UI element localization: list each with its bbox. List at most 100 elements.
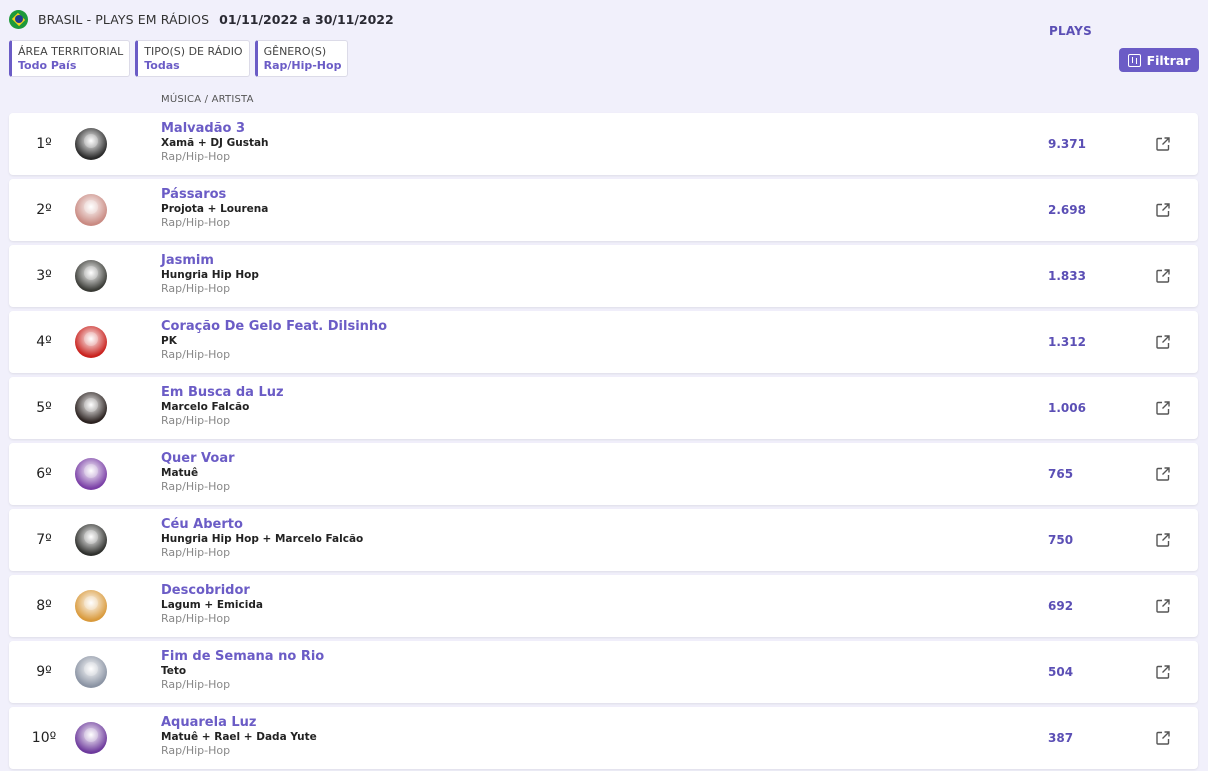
plays-count: 692 bbox=[1048, 599, 1074, 613]
rank-number: 6º bbox=[36, 466, 52, 482]
page-header: BRASIL - PLAYS EM RÁDIOS 01/11/2022 a 30… bbox=[9, 9, 394, 29]
artist-name: Hungria Hip Hop + Marcelo Falcão bbox=[161, 533, 364, 545]
song-title[interactable]: Fim de Semana no Rio bbox=[161, 649, 324, 664]
artist-name: PK bbox=[161, 335, 177, 347]
plays-count: 2.698 bbox=[1048, 203, 1086, 217]
song-title[interactable]: Descobridor bbox=[161, 583, 263, 598]
external-link-icon[interactable] bbox=[1156, 731, 1170, 745]
external-link-icon[interactable] bbox=[1156, 599, 1170, 613]
filter-label: ÁREA TERRITORIAL bbox=[18, 45, 124, 58]
filter-value: Todo País bbox=[18, 59, 77, 72]
artist-avatar bbox=[75, 524, 107, 556]
artist-avatar bbox=[75, 194, 107, 226]
track-info: Céu Aberto Hungria Hip Hop + Marcelo Falc… bbox=[161, 517, 363, 560]
track-info: Descobridor Lagum + Emicida Rap/Hip-Hop bbox=[161, 583, 263, 626]
artist-avatar bbox=[75, 590, 107, 622]
song-title[interactable]: Malvadão 3 bbox=[161, 121, 269, 136]
rank-number: 3º bbox=[36, 268, 52, 284]
table-row: 4º Coração De Gelo Feat. Dilsinho PK Rap/Hi… bbox=[9, 311, 1198, 373]
track-info: Em Busca da Luz Marcelo Falcão Rap/Hip-Hop bbox=[161, 385, 284, 428]
external-link-icon[interactable] bbox=[1156, 533, 1170, 547]
date-range: 01/11/2022 a 30/11/2022 bbox=[219, 11, 394, 27]
external-link-icon[interactable] bbox=[1156, 203, 1170, 217]
artist-avatar bbox=[75, 392, 107, 424]
active-filters: ÁREA TERRITORIAL Todo País TIPO(S) DE RÁ… bbox=[9, 40, 349, 77]
song-title[interactable]: Pássaros bbox=[161, 187, 268, 202]
external-link-icon[interactable] bbox=[1156, 335, 1170, 349]
table-row: 3º Jasmim Hungria Hip Hop Rap/Hip-Hop 1.833 bbox=[9, 245, 1198, 307]
plays-count: 1.006 bbox=[1048, 401, 1086, 415]
artist-name: Hungria Hip Hop bbox=[161, 269, 259, 281]
artist-avatar bbox=[75, 656, 107, 688]
table-row: 6º Quer Voar Matuê Rap/Hip-Hop 765 bbox=[9, 443, 1198, 505]
rank-number: 1º bbox=[36, 136, 52, 152]
artist-avatar bbox=[75, 128, 107, 160]
sliders-icon bbox=[1127, 53, 1141, 67]
filter-label: TIPO(S) DE RÁDIO bbox=[144, 45, 243, 58]
song-title[interactable]: Quer Voar bbox=[161, 451, 235, 466]
table-row: 5º Em Busca da Luz Marcelo Falcão Rap/Hip-H… bbox=[9, 377, 1198, 439]
song-title[interactable]: Coração De Gelo Feat. Dilsinho bbox=[161, 319, 387, 334]
filter-label: GÊNERO(S) bbox=[263, 45, 327, 58]
table-row: 10º Aquarela Luz Matuê + Rael + Dada Yute R… bbox=[9, 707, 1198, 769]
rank-number: 8º bbox=[36, 598, 52, 614]
song-title[interactable]: Céu Aberto bbox=[161, 517, 363, 532]
track-info: Fim de Semana no Rio Teto Rap/Hip-Hop bbox=[161, 649, 324, 692]
genre-label: Rap/Hip-Hop bbox=[161, 282, 231, 295]
external-link-icon[interactable] bbox=[1156, 401, 1170, 415]
column-header-music: MÚSICA / ARTISTA bbox=[161, 94, 254, 105]
page-title: BRASIL - PLAYS EM RÁDIOS bbox=[38, 11, 210, 27]
artist-avatar bbox=[75, 722, 107, 754]
filter-value: Rap/Hip-Hop bbox=[263, 59, 342, 72]
track-info: Coração De Gelo Feat. Dilsinho PK Rap/Hip-… bbox=[161, 319, 387, 362]
genre-label: Rap/Hip-Hop bbox=[161, 150, 231, 163]
rank-number: 4º bbox=[36, 334, 52, 350]
genre-label: Rap/Hip-Hop bbox=[161, 480, 231, 493]
filter-value: Todas bbox=[144, 59, 180, 72]
track-info: Jasmim Hungria Hip Hop Rap/Hip-Hop bbox=[161, 253, 259, 296]
track-info: Aquarela Luz Matuê + Rael + Dada Yute Rap/… bbox=[161, 715, 317, 758]
table-row: 8º Descobridor Lagum + Emicida Rap/Hip-Hop 6… bbox=[9, 575, 1198, 637]
external-link-icon[interactable] bbox=[1156, 137, 1170, 151]
rank-number: 2º bbox=[36, 202, 52, 218]
artist-name: Marcelo Falcão bbox=[161, 401, 250, 413]
genre-label: Rap/Hip-Hop bbox=[161, 678, 231, 691]
table-row: 9º Fim de Semana no Rio Teto Rap/Hip-Hop 504 bbox=[9, 641, 1198, 703]
artist-name: Lagum + Emicida bbox=[161, 599, 263, 611]
brazil-flag-icon bbox=[9, 9, 28, 29]
column-header-plays: PLAYS bbox=[1049, 24, 1092, 38]
plays-count: 765 bbox=[1048, 467, 1074, 481]
song-title[interactable]: Jasmim bbox=[161, 253, 259, 268]
track-info: Pássaros Projota + Lourena Rap/Hip-Hop bbox=[161, 187, 268, 230]
external-link-icon[interactable] bbox=[1156, 467, 1170, 481]
table-row: 1º Malvadão 3 Xamã + DJ Gustah Rap/Hip-Hop 9… bbox=[9, 113, 1198, 175]
artist-avatar bbox=[75, 326, 107, 358]
genre-label: Rap/Hip-Hop bbox=[161, 612, 231, 625]
artist-name: Matuê + Rael + Dada Yute bbox=[161, 731, 317, 743]
table-row: 2º Pássaros Projota + Lourena Rap/Hip-Hop 2.… bbox=[9, 179, 1198, 241]
rank-number: 9º bbox=[36, 664, 52, 680]
filter-chip-genre: GÊNERO(S) Rap/Hip-Hop bbox=[254, 40, 349, 77]
track-info: Quer Voar Matuê Rap/Hip-Hop bbox=[161, 451, 235, 494]
external-link-icon[interactable] bbox=[1156, 269, 1170, 283]
artist-name: Teto bbox=[161, 665, 187, 677]
artist-name: Matuê bbox=[161, 467, 199, 479]
external-link-icon[interactable] bbox=[1156, 665, 1170, 679]
song-title[interactable]: Em Busca da Luz bbox=[161, 385, 284, 400]
genre-label: Rap/Hip-Hop bbox=[161, 348, 231, 361]
plays-count: 9.371 bbox=[1048, 137, 1086, 151]
filter-button[interactable]: Filtrar bbox=[1119, 48, 1199, 72]
rank-number: 10º bbox=[31, 730, 57, 746]
filter-chip-radio-type: TIPO(S) DE RÁDIO Todas bbox=[135, 40, 250, 77]
artist-avatar bbox=[75, 260, 107, 292]
genre-label: Rap/Hip-Hop bbox=[161, 414, 231, 427]
plays-count: 1.312 bbox=[1048, 335, 1086, 349]
ranking-list: 1º Malvadão 3 Xamã + DJ Gustah Rap/Hip-Hop 9… bbox=[9, 113, 1198, 771]
artist-name: Xamã + DJ Gustah bbox=[161, 137, 269, 149]
filter-button-label: Filtrar bbox=[1146, 52, 1191, 68]
song-title[interactable]: Aquarela Luz bbox=[161, 715, 317, 730]
rank-number: 5º bbox=[36, 400, 52, 416]
genre-label: Rap/Hip-Hop bbox=[161, 744, 231, 757]
plays-count: 750 bbox=[1048, 533, 1074, 547]
filter-chip-territory: ÁREA TERRITORIAL Todo País bbox=[9, 40, 131, 77]
